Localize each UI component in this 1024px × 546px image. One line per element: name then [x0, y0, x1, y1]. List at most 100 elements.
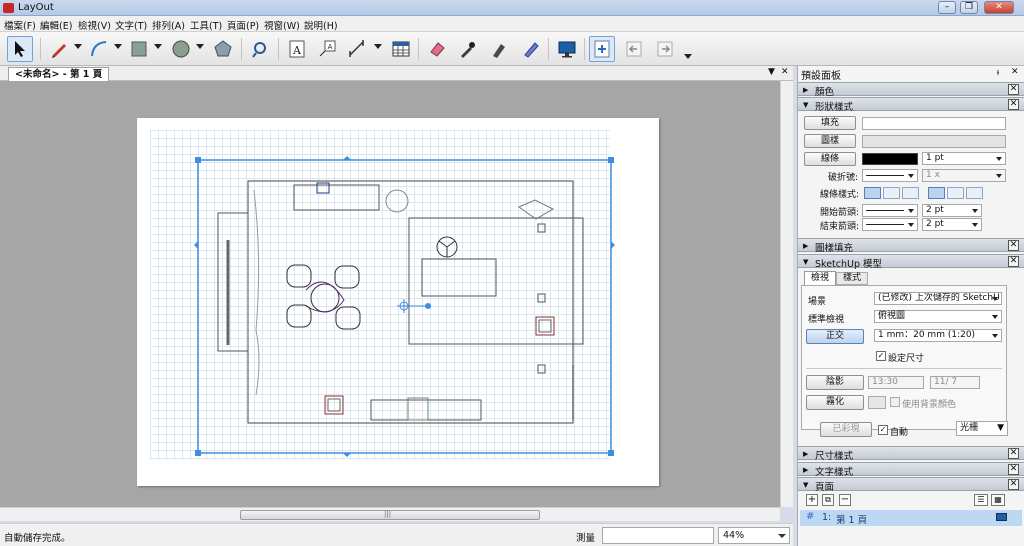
start-arrow-preview: [866, 210, 904, 211]
duplicate-page-button[interactable]: ⧉: [822, 494, 834, 506]
panel-close-button[interactable]: ✕: [1008, 256, 1019, 267]
page-hash-icon: #: [806, 511, 815, 522]
cap-square-button[interactable]: [902, 187, 919, 199]
join-miter-button[interactable]: [928, 187, 945, 199]
pattern-button[interactable]: 圖樣: [804, 134, 856, 148]
shadow-time-field[interactable]: 13:30: [868, 376, 924, 389]
render-button[interactable]: 已彩現: [820, 422, 872, 437]
panel-label: 顏色: [815, 87, 835, 98]
vertical-scrollbar[interactable]: [780, 81, 793, 507]
delete-page-button[interactable]: −: [839, 494, 851, 506]
panel-label: 形狀樣式: [815, 102, 854, 113]
panel-label: SketchUp 模型: [815, 259, 883, 270]
thumbnail-view-icon[interactable]: ▦: [991, 494, 1005, 506]
pattern-swatch[interactable]: [862, 135, 1006, 148]
end-arrow-size-select[interactable]: 2 pt: [922, 218, 982, 231]
scene-value: (已修改) 上次儲存的 SketchU: [878, 293, 1000, 303]
panel-close-button[interactable]: ✕: [1008, 464, 1019, 475]
start-arrow-size-select[interactable]: 2 pt: [922, 204, 982, 217]
join-round-button[interactable]: [947, 187, 964, 199]
end-arrow-label: 結束箭頭:: [820, 222, 860, 232]
preserve-scale-checkbox[interactable]: ✓: [876, 351, 886, 361]
chevron-down-icon: [778, 534, 786, 538]
scale-value: 1 mm：20 mm (1:20): [878, 330, 976, 340]
panel-header-colors[interactable]: ▶ 顏色 ✕: [798, 82, 1024, 98]
panel-close-button[interactable]: ✕: [1008, 240, 1019, 251]
cap-round-button[interactable]: [883, 187, 900, 199]
tab-styles[interactable]: 樣式: [836, 272, 868, 285]
tab-view[interactable]: 檢視: [804, 271, 836, 285]
start-arrow-size-value: 2 pt: [926, 205, 944, 215]
zoom-select[interactable]: 44%: [718, 527, 790, 544]
page-number: 1:: [822, 512, 832, 523]
list-view-icon[interactable]: ☰: [974, 494, 988, 506]
fog-button[interactable]: 霧化: [806, 395, 864, 410]
panel-header-shape-style[interactable]: ▼ 形狀樣式 ✕: [798, 97, 1024, 113]
horizontal-scrollbar[interactable]: |||: [0, 507, 780, 521]
dining-set: [286, 264, 361, 330]
zoom-value: 44%: [723, 530, 745, 541]
panel-close-button[interactable]: ✕: [1008, 448, 1019, 459]
scene-select[interactable]: (已修改) 上次儲存的 SketchU: [874, 292, 1002, 305]
panel-header-text-style[interactable]: ▶ 文字樣式 ✕: [798, 462, 1024, 478]
measure-input[interactable]: [602, 527, 714, 544]
handle-bottom-right: [608, 450, 614, 456]
default-tray: 預設面板 ᵼ ✕ ▶ 顏色 ✕ ▼ 形狀樣式 ✕ 填充 圖樣 線條 1 pt 破…: [797, 66, 1024, 546]
origin-marker: [397, 299, 431, 313]
shadow-date-field[interactable]: 11/ 7: [930, 376, 980, 389]
page-list-item[interactable]: # 1: 第 1 頁: [800, 510, 1022, 526]
add-page-button[interactable]: +: [806, 494, 818, 506]
fog-color-swatch[interactable]: [868, 396, 886, 409]
fill-color-swatch[interactable]: [862, 117, 1006, 130]
use-bg-color-checkbox[interactable]: [890, 397, 900, 407]
chevron-down-icon: [996, 174, 1002, 178]
end-arrow-size-value: 2 pt: [926, 219, 944, 229]
panel-close-button[interactable]: ✕: [1008, 479, 1019, 490]
cap-flat-button[interactable]: [864, 187, 881, 199]
handle-top: [343, 156, 351, 160]
end-arrow-preview: [866, 224, 904, 225]
use-bg-color-label: 使用背景顏色: [902, 400, 957, 410]
dash-label: 破折號:: [828, 173, 859, 183]
expand-triangle-icon: ▶: [803, 242, 809, 250]
panel-label: 尺寸樣式: [815, 451, 854, 462]
fill-button[interactable]: 填充: [804, 116, 856, 130]
dash-style-select[interactable]: [862, 169, 918, 182]
handle-right: [611, 241, 615, 249]
expand-triangle-icon: ▶: [803, 86, 809, 94]
scale-select[interactable]: 1 mm：20 mm (1:20): [874, 329, 1002, 342]
standard-view-select[interactable]: 俯視圖: [874, 310, 1002, 323]
chevron-down-icon: [992, 297, 998, 301]
horizontal-scroll-thumb[interactable]: |||: [240, 510, 540, 520]
panel-header-sketchup-model[interactable]: ▼ SketchUp 模型 ✕: [798, 254, 1024, 270]
stroke-color-swatch[interactable]: [862, 153, 918, 165]
tray-close-button[interactable]: ✕: [1011, 67, 1019, 77]
join-bevel-button[interactable]: [966, 187, 983, 199]
dash-scale-select[interactable]: 1 x: [922, 169, 1006, 182]
stroke-width-value: 1 pt: [926, 153, 944, 163]
tray-pin-icon[interactable]: ᵼ: [997, 67, 999, 78]
status-bar: 自動儲存完成。 測量 44%: [0, 523, 793, 546]
scroll-grip: |||: [384, 510, 392, 518]
auto-render-checkbox[interactable]: ✓: [878, 425, 888, 435]
stroke-button[interactable]: 線條: [804, 152, 856, 166]
status-message: 自動儲存完成。: [4, 533, 71, 544]
ortho-toggle-button[interactable]: 正交: [806, 329, 864, 344]
handle-left: [194, 241, 198, 249]
auto-render-label: 自動: [890, 428, 909, 438]
panel-header-pattern-fill[interactable]: ▶ 圖樣填充 ✕: [798, 238, 1024, 254]
presentation-monitor-icon: [996, 513, 1007, 521]
collapse-triangle-icon: ▼: [803, 101, 809, 109]
panel-close-button[interactable]: ✕: [1008, 84, 1019, 95]
start-arrow-select[interactable]: [862, 204, 918, 217]
expand-triangle-icon: ▶: [803, 466, 809, 474]
panel-close-button[interactable]: ✕: [1008, 99, 1019, 110]
render-mode-select[interactable]: 光柵 ▼: [956, 421, 1008, 436]
end-arrow-select[interactable]: [862, 218, 918, 231]
expand-triangle-icon: ▶: [803, 450, 809, 458]
panel-header-pages[interactable]: ▼ 頁面 ✕: [798, 477, 1024, 493]
panel-label: 圖樣填充: [815, 243, 854, 254]
stroke-width-select[interactable]: 1 pt: [922, 152, 1006, 165]
panel-header-dimension-style[interactable]: ▶ 尺寸樣式 ✕: [798, 446, 1024, 462]
shadows-button[interactable]: 陰影: [806, 375, 864, 390]
